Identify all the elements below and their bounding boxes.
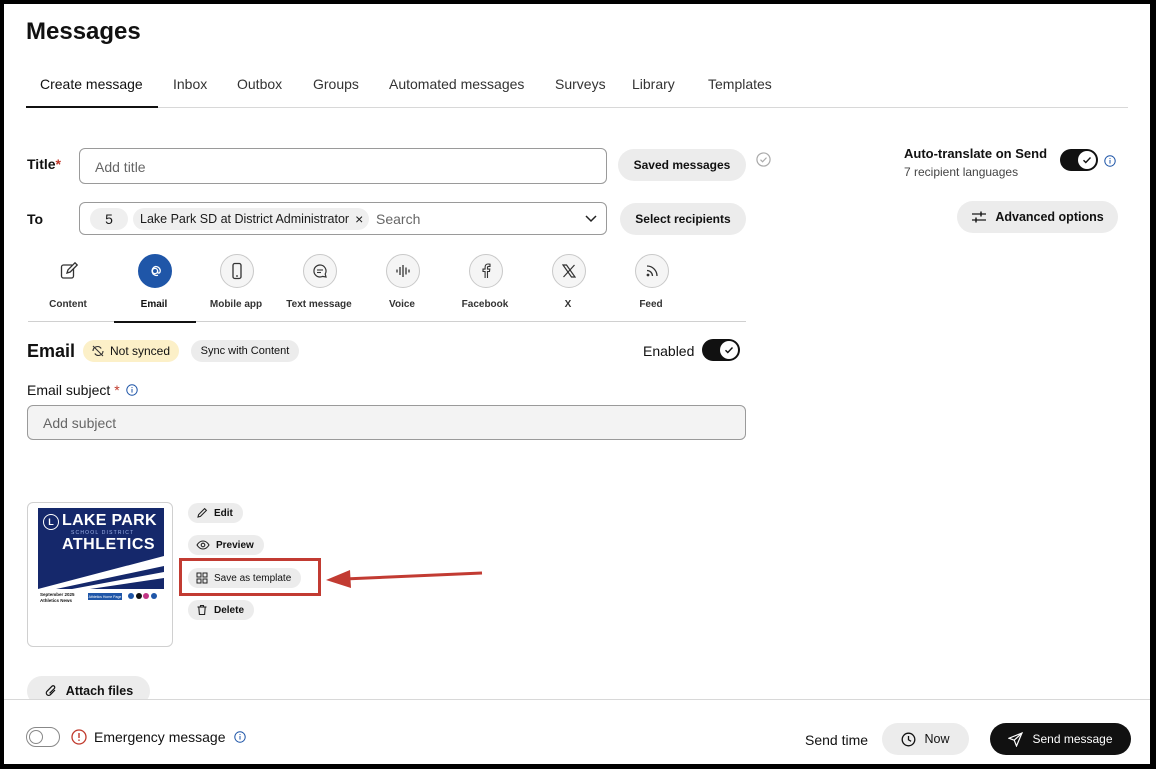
delete-template-button[interactable]: Delete — [188, 600, 255, 620]
recipient-languages-text: 7 recipient languages — [904, 165, 1019, 179]
page-title: Messages — [26, 18, 141, 45]
not-synced-badge: Not synced — [83, 340, 180, 362]
trash-icon — [197, 604, 207, 616]
email-subject-input[interactable]: Add subject — [27, 405, 746, 440]
edit-square-icon — [52, 254, 86, 288]
auto-translate-toggle[interactable] — [1060, 149, 1098, 171]
check-icon — [720, 341, 738, 359]
email-subject-label: Email subject * — [27, 382, 138, 398]
pencil-icon — [197, 507, 208, 518]
send-arrow-icon — [1008, 731, 1024, 747]
channel-mobile-app[interactable]: Mobile app — [196, 254, 278, 310]
tab-library[interactable]: Library — [632, 76, 675, 92]
annotation-arrow-icon — [326, 570, 483, 588]
x-logo-icon — [135, 593, 142, 599]
app-frame: Messages Create message Inbox Outbox Gro… — [4, 4, 1150, 764]
title-label: Title* — [27, 156, 61, 172]
email-enabled-toggle[interactable] — [702, 339, 740, 361]
linkedin-icon — [150, 593, 157, 599]
x-logo-icon — [552, 254, 586, 288]
waveform-icon — [386, 254, 420, 288]
saved-messages-button[interactable]: Saved messages — [618, 149, 746, 181]
sliders-icon — [972, 211, 987, 223]
social-icons — [128, 593, 157, 599]
channel-tabs: Content Email Mobile app Text message Vo… — [28, 254, 746, 323]
active-tab-indicator — [26, 106, 158, 108]
recipients-input[interactable]: 5 Lake Park SD at District Administrator… — [79, 202, 607, 235]
sync-with-content-button[interactable]: Sync with Content — [191, 340, 299, 362]
channel-text-message[interactable]: Text message — [279, 254, 361, 310]
grid-icon — [196, 572, 208, 584]
facebook-icon — [469, 254, 503, 288]
email-section-title: Email — [27, 341, 76, 361]
emergency-toggle[interactable] — [26, 727, 60, 747]
info-icon[interactable] — [234, 731, 246, 743]
send-message-button[interactable]: Send message — [990, 723, 1131, 755]
tab-surveys[interactable]: Surveys — [555, 76, 606, 92]
info-icon[interactable] — [126, 384, 138, 396]
tab-automated-messages[interactable]: Automated messages — [389, 76, 524, 92]
send-time-label: Send time — [805, 732, 869, 748]
email-enabled-label: Enabled — [643, 343, 695, 359]
info-icon[interactable] — [1104, 154, 1116, 172]
eye-icon — [196, 540, 210, 550]
to-label: To — [27, 211, 44, 227]
chip-remove-icon[interactable]: × — [355, 211, 363, 227]
tab-outbox[interactable]: Outbox — [237, 76, 282, 92]
mobile-phone-icon — [220, 254, 254, 288]
active-channel-indicator — [114, 321, 196, 323]
facebook-icon — [128, 593, 134, 599]
send-time-now-button[interactable]: Now — [882, 723, 969, 755]
channel-voice[interactable]: Voice — [362, 254, 444, 310]
channel-feed[interactable]: Feed — [611, 254, 693, 310]
tab-bar: Create message Inbox Outbox Groups Autom… — [26, 66, 1128, 108]
instagram-icon — [143, 593, 149, 599]
channel-facebook[interactable]: Facebook — [445, 254, 527, 310]
tab-inbox[interactable]: Inbox — [173, 76, 207, 92]
auto-translate-label: Auto-translate on Send — [904, 146, 1048, 161]
thumbnail-banner: L LAKE PARK SCHOOL DISTRICT ATHLETICS — [38, 508, 164, 589]
check-circle-icon — [756, 152, 771, 172]
tab-templates[interactable]: Templates — [708, 76, 772, 92]
title-input[interactable]: Add title — [79, 148, 607, 184]
chat-bubble-icon — [303, 254, 337, 288]
edit-template-button[interactable]: Edit — [188, 503, 243, 523]
emergency-message-label: Emergency message — [94, 729, 226, 745]
recipient-count-badge: 5 — [90, 208, 128, 230]
email-template-thumbnail[interactable]: L LAKE PARK SCHOOL DISTRICT ATHLETICS Se… — [27, 502, 173, 647]
select-recipients-button[interactable]: Select recipients — [620, 203, 746, 235]
tab-create-message[interactable]: Create message — [40, 76, 143, 92]
channel-content[interactable]: Content — [28, 254, 110, 310]
paperclip-icon — [45, 685, 56, 696]
save-as-template-button[interactable]: Save as template — [188, 568, 302, 588]
lake-park-logo-icon: L — [43, 514, 59, 530]
rss-feed-icon — [635, 254, 669, 288]
channel-email[interactable]: Email — [114, 254, 196, 323]
preview-template-button[interactable]: Preview — [188, 535, 264, 555]
check-icon — [1078, 151, 1096, 169]
tab-groups[interactable]: Groups — [313, 76, 359, 92]
advanced-options-button[interactable]: Advanced options — [957, 201, 1118, 233]
clock-icon — [902, 732, 916, 746]
alert-circle-icon — [71, 729, 87, 745]
sync-off-icon — [92, 345, 104, 357]
recipient-chip: Lake Park SD at District Administrator × — [133, 208, 370, 230]
at-sign-icon — [138, 254, 172, 288]
chevron-down-icon[interactable] — [585, 215, 597, 223]
channel-x[interactable]: X — [528, 254, 610, 310]
footer-bar: Emergency message Send time Now Send mes… — [4, 699, 1150, 764]
